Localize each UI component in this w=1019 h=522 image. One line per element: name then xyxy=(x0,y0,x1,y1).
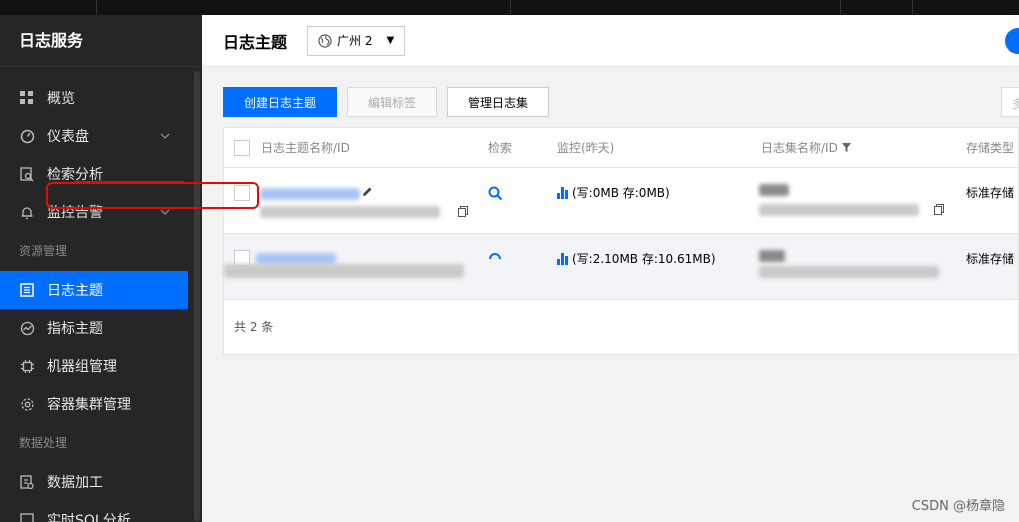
search-icon[interactable] xyxy=(488,186,503,204)
table-row[interactable]: (写:0MB 存:0MB) 标准存储 xyxy=(224,168,1018,234)
redacted-topic-id xyxy=(224,264,464,278)
storage-type: 标准存储 xyxy=(966,252,1015,266)
storage-type: 标准存储 xyxy=(966,186,1015,200)
toolbar: 创建日志主题 编辑标签 管理日志集 xyxy=(223,87,550,117)
sidebar-title: 日志服务 xyxy=(0,15,202,67)
sidebar-item-label: 概览 xyxy=(47,91,75,107)
column-header-monitor: 监控(昨天) xyxy=(557,141,615,155)
redacted-logset-id xyxy=(759,204,919,216)
page-header: 日志主题 广州 2 ▼ xyxy=(202,15,1019,67)
monitor-stats[interactable]: (写:0MB 存:0MB) xyxy=(557,184,670,201)
sidebar-item-data-process[interactable]: 数据加工 xyxy=(0,463,188,501)
copy-icon[interactable] xyxy=(934,204,944,218)
main-content: 日志主题 广州 2 ▼ 创建日志主题 编辑标签 管理日志集 多 日志主题名称/I… xyxy=(202,15,1019,522)
chip-icon xyxy=(19,358,35,374)
sidebar-group-data-processing: 数据处理 xyxy=(19,436,68,450)
gear-icon xyxy=(19,396,35,412)
region-value: 广州 2 xyxy=(337,34,373,48)
redacted-topic-name[interactable] xyxy=(260,188,360,200)
column-header-logset: 日志集名称/ID xyxy=(761,141,838,155)
log-topic-table: 日志主题名称/ID 检索 监控(昨天) 日志集名称/ID 存储类型 (写:0MB… xyxy=(223,127,1019,355)
column-header-storage: 存储类型 xyxy=(966,141,1015,155)
table-row[interactable]: (写:2.10MB 存:10.61MB) 标准存储 xyxy=(224,234,1018,300)
monitor-text: (写:0MB 存:0MB) xyxy=(572,186,670,200)
select-all-checkbox[interactable] xyxy=(234,139,250,156)
sidebar-scrollbar[interactable] xyxy=(194,71,200,521)
sidebar-item-label: 日志主题 xyxy=(47,283,103,299)
sidebar-item-label: 指标主题 xyxy=(47,321,103,337)
sidebar-item-dashboard[interactable]: 仪表盘 xyxy=(0,117,188,155)
data-process-icon xyxy=(19,474,35,490)
sidebar-item-label: 数据加工 xyxy=(47,475,103,491)
manage-logset-button[interactable]: 管理日志集 xyxy=(447,87,550,117)
sidebar-item-label: 实时SQL分析 xyxy=(47,513,131,522)
bell-icon xyxy=(19,204,35,220)
page-title: 日志主题 xyxy=(223,32,288,52)
sidebar-item-label: 容器集群管理 xyxy=(47,397,131,413)
dashboard-icon xyxy=(19,128,35,144)
total-count: 共 2 条 xyxy=(234,320,274,334)
monitor-text: (写:2.10MB 存:10.61MB) xyxy=(572,252,716,266)
search-box-stub[interactable]: 多 xyxy=(1001,87,1019,117)
search-doc-icon xyxy=(19,166,35,182)
column-header-name: 日志主题名称/ID xyxy=(261,141,350,155)
monitor-stats[interactable]: (写:2.10MB 存:10.61MB) xyxy=(557,250,716,267)
watermark: CSDN @杨章隐 xyxy=(911,499,1005,514)
grid-icon xyxy=(19,90,35,106)
redacted-logset-id xyxy=(759,266,939,278)
bar-chart-icon xyxy=(557,186,569,199)
sidebar-item-metric-topic[interactable]: 指标主题 xyxy=(0,309,188,347)
sidebar-group-resource: 资源管理 xyxy=(19,244,68,258)
table-header: 日志主题名称/ID 检索 监控(昨天) 日志集名称/ID 存储类型 xyxy=(224,128,1018,168)
region-select[interactable]: 广州 2 ▼ xyxy=(307,25,406,56)
sql-icon xyxy=(19,512,35,522)
sidebar-item-container-cluster[interactable]: 容器集群管理 xyxy=(0,385,188,423)
sidebar-item-label: 机器组管理 xyxy=(47,359,117,375)
sidebar-item-machine-group[interactable]: 机器组管理 xyxy=(0,347,188,385)
sidebar-item-sql[interactable]: 实时SQL分析 xyxy=(0,501,188,522)
copy-icon[interactable] xyxy=(458,206,468,220)
bar-chart-icon xyxy=(557,252,569,265)
edit-pencil-icon[interactable] xyxy=(362,186,373,200)
avatar[interactable] xyxy=(1005,28,1019,54)
redacted-logset-name[interactable] xyxy=(759,184,789,196)
log-topic-icon xyxy=(19,282,35,298)
globe-icon xyxy=(318,33,332,48)
sidebar-item-label: 仪表盘 xyxy=(47,129,89,145)
redacted-logset-name[interactable] xyxy=(759,250,785,262)
column-header-search: 检索 xyxy=(488,141,513,155)
top-bar xyxy=(0,0,1019,15)
sidebar-item-overview[interactable]: 概览 xyxy=(0,79,188,117)
annotation-highlight-box xyxy=(46,182,259,209)
edit-tags-button[interactable]: 编辑标签 xyxy=(347,87,438,117)
redacted-topic-id xyxy=(260,206,440,218)
loading-icon xyxy=(488,251,502,268)
filter-icon[interactable] xyxy=(841,143,851,152)
create-log-topic-button[interactable]: 创建日志主题 xyxy=(223,87,338,117)
metric-icon xyxy=(19,320,35,336)
chevron-down-icon xyxy=(160,129,170,145)
sidebar: 日志服务 概览 仪表盘 检索分析 监控告警 资源管理 日志主题 指标主题 机器组… xyxy=(0,15,202,522)
sidebar-item-log-topic[interactable]: 日志主题 xyxy=(0,271,188,309)
caret-down-icon: ▼ xyxy=(386,35,395,46)
